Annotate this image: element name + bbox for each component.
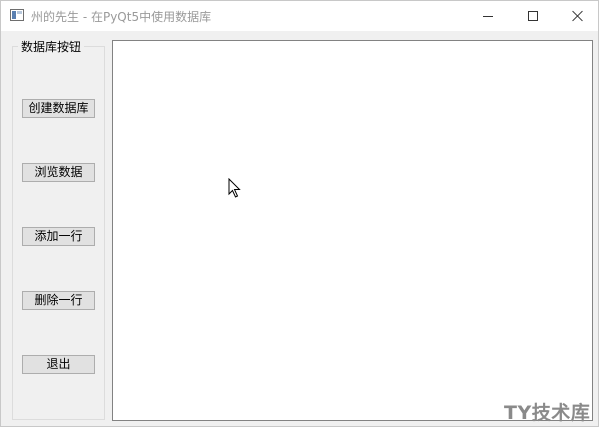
- add-row-button[interactable]: 添加一行: [22, 227, 95, 246]
- browse-data-button[interactable]: 浏览数据: [22, 163, 95, 182]
- mouse-pointer-icon: [228, 178, 241, 198]
- groupbox-title: 数据库按钮: [18, 38, 85, 55]
- exit-button[interactable]: 退出: [22, 355, 95, 374]
- data-table-view[interactable]: [112, 40, 593, 421]
- minimize-button[interactable]: [465, 1, 511, 31]
- delete-row-button[interactable]: 删除一行: [22, 291, 95, 310]
- watermark-text: TY技术库: [504, 402, 591, 424]
- title-bar[interactable]: 州的先生 - 在PyQt5中使用数据库: [1, 1, 598, 31]
- create-database-button[interactable]: 创建数据库: [22, 99, 95, 118]
- window-title: 州的先生 - 在PyQt5中使用数据库: [31, 10, 212, 24]
- maximize-icon: [528, 11, 538, 21]
- close-button[interactable]: [555, 1, 599, 31]
- maximize-button[interactable]: [510, 1, 556, 31]
- window-app-icon[interactable]: [10, 9, 24, 21]
- minimize-icon: [483, 15, 493, 17]
- main-window: 州的先生 - 在PyQt5中使用数据库 数据库按钮 创建数据库 浏览数据 添加一…: [0, 0, 599, 427]
- close-icon: [572, 10, 584, 22]
